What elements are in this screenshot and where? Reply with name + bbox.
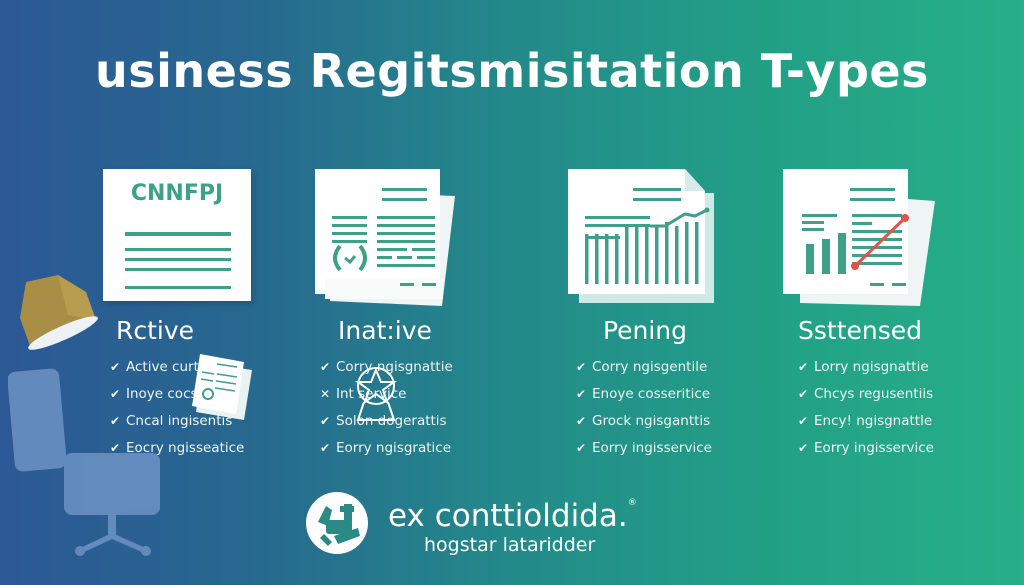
- check-icon: ✔: [798, 386, 809, 401]
- list-item: ✔ Corry ngisgentile: [576, 353, 712, 380]
- decor-bar: [685, 222, 689, 284]
- logo-mark-icon: [306, 492, 368, 554]
- wheel-stamp-icon: [354, 367, 398, 421]
- list-item-text: Eorry ingisservice: [592, 439, 712, 456]
- heading-pending: Pening: [602, 316, 688, 345]
- list-item-text: Corry ngisgentile: [592, 358, 708, 375]
- check-icon: ✔: [798, 440, 809, 455]
- check-icon: ✔: [320, 413, 331, 428]
- stamped-document-icon: [315, 169, 455, 306]
- list-item: ✔ Eorry ingisservice: [798, 434, 934, 461]
- small-documents-icon: [192, 354, 252, 420]
- heading-suspended: Ssttensed: [798, 316, 922, 345]
- document-label: CNNFPJ: [130, 181, 224, 206]
- list-item: ✔ Enoye cosseritice: [576, 380, 712, 407]
- decor-bar: [675, 226, 679, 284]
- decor-bar: [635, 226, 639, 284]
- list-item: ✔ Grock ngisganttis: [576, 407, 712, 434]
- decor-bar: [695, 222, 699, 284]
- document-lines-icon: CNNFPJ: [103, 169, 251, 301]
- check-icon: ✔: [798, 359, 809, 374]
- list-item-text: Eorry ngisgratice: [336, 439, 452, 456]
- list-item-text: Chcys regusentiis: [814, 385, 934, 402]
- brand-tagline: hogstar lataridder: [424, 534, 596, 556]
- decor-bar: [595, 234, 599, 284]
- decor-bar: [625, 226, 629, 284]
- heading-inactive: Inat:ive: [338, 316, 432, 345]
- check-icon: ✔: [576, 386, 587, 401]
- decor-bar: [615, 234, 619, 284]
- list-item-text: Enoye cosseritice: [592, 385, 711, 402]
- decor-bar: [665, 222, 669, 284]
- list-item: ✔ Lorry ngisgnattie: [798, 353, 934, 380]
- list-item-text: Eorry ingisservice: [814, 439, 934, 456]
- list-item-text: Ency! ngisgnattle: [814, 412, 933, 429]
- list-pending: ✔ Corry ngisgentile ✔ Enoye cosseritice ✔ Gro…: [576, 353, 712, 461]
- list-item: ✔ Ency! ngisgnattle: [798, 407, 934, 434]
- brand-name: ex conttioldida.®: [388, 498, 637, 534]
- list-item: ✔ Eorry ingisservice: [576, 434, 712, 461]
- decor-bar: [605, 234, 609, 284]
- heading-active: Rctive: [115, 316, 195, 345]
- office-chair-icon: [8, 368, 160, 556]
- list-item-text: Lorry ngisgnattie: [814, 358, 929, 375]
- lamp-icon: [20, 275, 98, 350]
- check-icon: ✔: [576, 359, 587, 374]
- decor-bar: [585, 234, 589, 284]
- page-title: usiness Regitsmisitation T-ypes: [95, 44, 929, 98]
- decor-bar: [655, 226, 659, 284]
- list-item: ✔ Eorry ngisgratice: [320, 434, 453, 461]
- check-icon: ✔: [320, 359, 331, 374]
- list-suspended: ✔ Lorry ngisgnattie ✔ Chcys regusentiis ✔ Enc…: [798, 353, 934, 461]
- decor-bar: [645, 226, 649, 284]
- list-item-text: Grock ngisganttis: [592, 412, 711, 429]
- chart-document-icon: [568, 169, 714, 303]
- check-icon: ✔: [576, 440, 587, 455]
- cross-icon: ✕: [320, 386, 331, 401]
- trend-document-icon: [783, 169, 935, 306]
- check-icon: ✔: [798, 413, 809, 428]
- check-icon: ✔: [576, 413, 587, 428]
- list-item: ✔ Chcys regusentiis: [798, 380, 934, 407]
- check-icon: ✔: [320, 440, 331, 455]
